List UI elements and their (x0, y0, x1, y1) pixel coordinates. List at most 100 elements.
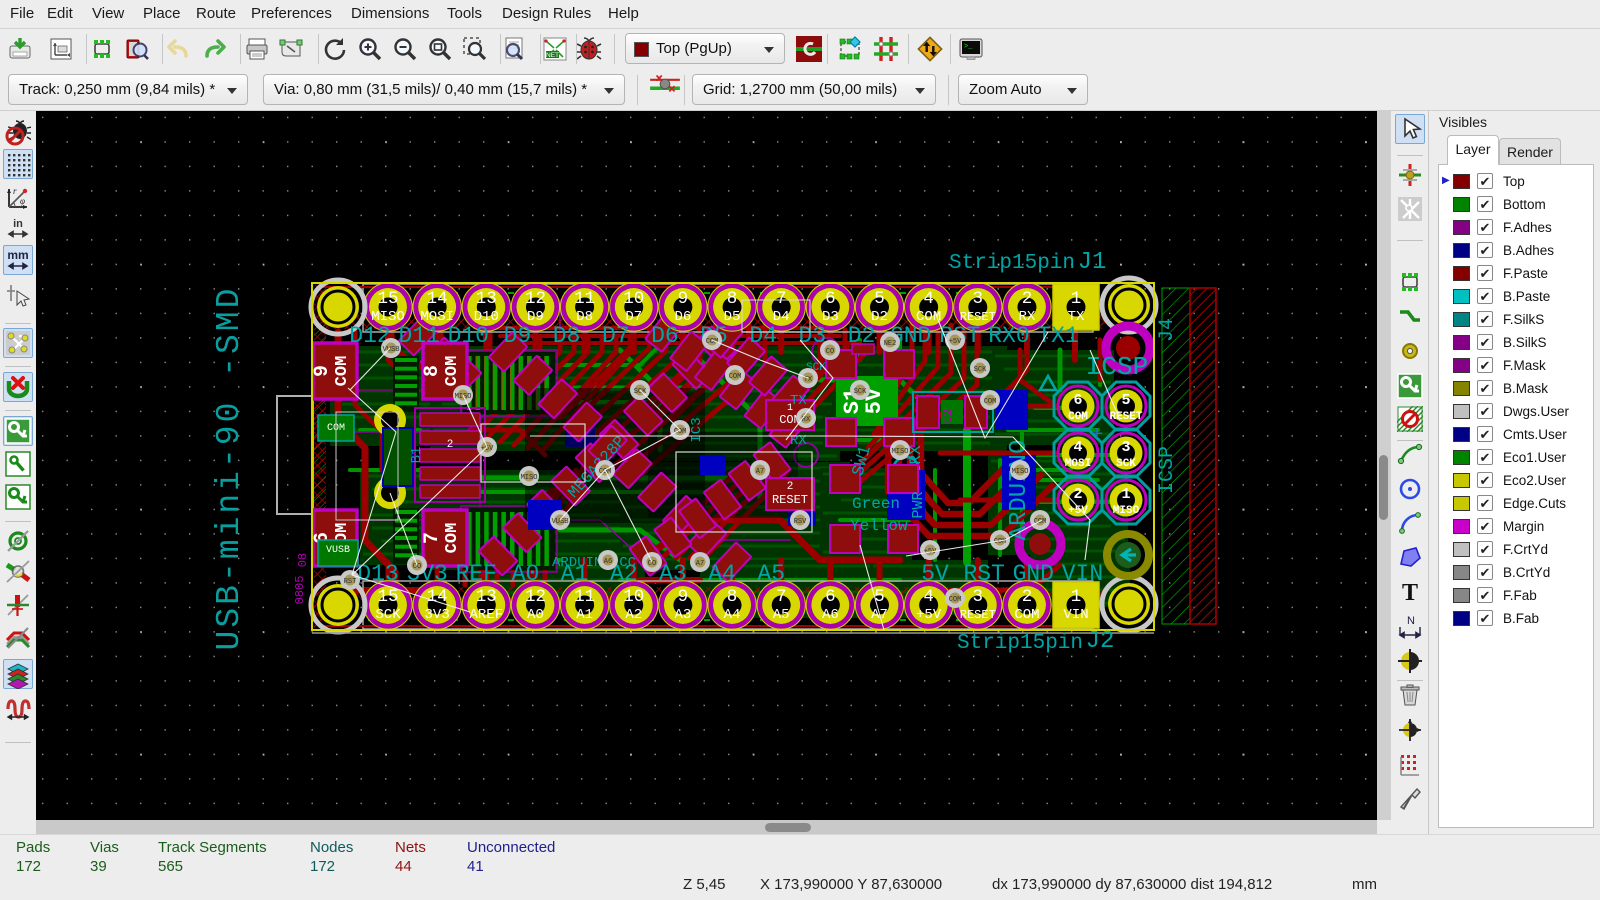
svg-text:6: 6 (1073, 392, 1082, 409)
svg-text:COM: COM (1014, 607, 1039, 623)
svg-text:A2: A2 (625, 607, 642, 623)
svg-text:13: 13 (476, 289, 497, 309)
svg-text:COM: COM (1034, 518, 1047, 526)
svg-text:AREF: AREF (469, 607, 503, 623)
svg-text:4: 4 (923, 289, 934, 309)
svg-text:>_: >_ (964, 43, 973, 51)
svg-text:MISO: MISO (455, 393, 472, 401)
svg-text:7: 7 (776, 587, 787, 607)
svg-text:T: T (1402, 580, 1418, 605)
svg-text:D11: D11 (398, 323, 439, 349)
svg-text:C2: C2 (941, 409, 955, 423)
svg-text:A3: A3 (674, 607, 691, 623)
svg-text:3: 3 (973, 587, 984, 607)
svg-text:MOSI: MOSI (1065, 458, 1091, 470)
svg-text:A7: A7 (696, 560, 704, 568)
svg-text:COM: COM (443, 356, 462, 387)
svg-text:mm: mm (7, 248, 28, 262)
svg-text:5: 5 (1121, 392, 1130, 409)
svg-text:MISO: MISO (1012, 468, 1029, 476)
svg-text:N: N (1407, 615, 1415, 627)
svg-text:+5V: +5V (916, 607, 942, 623)
svg-text:VIN: VIN (1063, 607, 1088, 623)
svg-text:+5V: +5V (949, 338, 962, 346)
svg-text:15: 15 (377, 587, 398, 607)
svg-text:B1: B1 (409, 447, 425, 464)
svg-text:VIN: VIN (1062, 561, 1103, 587)
svg-text:ICSP: ICSP (1156, 446, 1179, 494)
svg-text:COM: COM (949, 596, 962, 604)
svg-text:COM: COM (443, 523, 462, 554)
svg-text:5V: 5V (921, 561, 949, 587)
svg-text:D10: D10 (448, 323, 489, 349)
svg-text:MISO: MISO (521, 474, 538, 482)
svg-text:COM: COM (1068, 411, 1088, 423)
svg-text:A4: A4 (708, 561, 736, 587)
svg-text:10: 10 (623, 587, 644, 607)
svg-text:12: 12 (525, 587, 546, 607)
svg-text:3V3: 3V3 (425, 607, 450, 623)
svg-text:+: + (1091, 424, 1103, 447)
svg-text:A6: A6 (822, 607, 839, 623)
svg-text:5: 5 (874, 289, 885, 309)
svg-text:A5: A5 (773, 607, 790, 623)
svg-text:SCK: SCK (974, 366, 987, 374)
svg-text:9: 9 (311, 365, 334, 377)
svg-text:08: 08 (296, 553, 310, 567)
svg-text:1: 1 (1071, 587, 1082, 607)
svg-text:COM: COM (333, 356, 352, 387)
svg-text:COM: COM (984, 398, 997, 406)
svg-text:5: 5 (874, 587, 885, 607)
svg-text:2: 2 (1022, 289, 1033, 309)
svg-text:COM: COM (729, 373, 742, 381)
svg-text:A5: A5 (757, 561, 785, 587)
svg-text:MISO: MISO (892, 448, 909, 456)
svg-text:φ: φ (20, 196, 25, 206)
svg-text:A1: A1 (576, 607, 593, 623)
svg-text:11: 11 (574, 587, 595, 607)
svg-text:2: 2 (1073, 486, 1082, 503)
svg-text:Yellow: Yellow (850, 517, 908, 535)
svg-text:1: 1 (1071, 289, 1082, 309)
svg-text:11: 11 (574, 289, 595, 309)
svg-text:2: 2 (787, 481, 794, 493)
svg-text:SCK: SCK (375, 607, 401, 623)
svg-text:VUSB: VUSB (326, 545, 350, 556)
svg-text:SCK: SCK (854, 388, 867, 396)
svg-text:0805: 0805 (293, 576, 307, 605)
svg-text:13: 13 (476, 587, 497, 607)
svg-text:REF: REF (456, 561, 497, 587)
svg-text:TX: TX (790, 393, 807, 409)
svg-text:Strip15pin: Strip15pin (957, 632, 1083, 655)
svg-text:NET: NET (546, 52, 559, 59)
svg-text:NE2: NE2 (884, 340, 897, 348)
svg-text:A0: A0 (512, 561, 540, 587)
svg-text:RESET: RESET (960, 608, 996, 622)
svg-text:RSV: RSV (794, 518, 807, 526)
svg-text:Strip15pin: Strip15pin (949, 252, 1075, 275)
svg-text:J2: J2 (1086, 628, 1115, 655)
svg-text:6: 6 (825, 587, 836, 607)
svg-text:CO: CO (826, 348, 834, 356)
svg-text:12: 12 (525, 289, 546, 309)
svg-text:MISO: MISO (1113, 505, 1140, 517)
svg-text:USB-mini-90 -SMD: USB-mini-90 -SMD (211, 286, 248, 651)
svg-text:D9: D9 (504, 323, 532, 349)
svg-text:ARDUINO.CC: ARDUINO.CC (552, 555, 636, 571)
svg-text:r: r (13, 186, 17, 196)
svg-text:Green: Green (852, 495, 900, 513)
svg-text:SCK: SCK (1116, 458, 1136, 470)
svg-text:RESET: RESET (772, 493, 808, 507)
svg-text:8: 8 (727, 289, 738, 309)
svg-text:6: 6 (825, 289, 836, 309)
svg-text:RESET: RESET (1109, 411, 1142, 423)
svg-text:7: 7 (776, 289, 787, 309)
svg-text:TX1: TX1 (1037, 323, 1078, 349)
svg-text:D8: D8 (553, 323, 581, 349)
svg-text:RX0: RX0 (988, 323, 1029, 349)
svg-text:4: 4 (923, 587, 934, 607)
svg-text:in: in (13, 218, 23, 230)
svg-text:D6: D6 (651, 323, 679, 349)
svg-text:3: 3 (1121, 439, 1130, 456)
svg-text:1: 1 (1121, 486, 1130, 503)
